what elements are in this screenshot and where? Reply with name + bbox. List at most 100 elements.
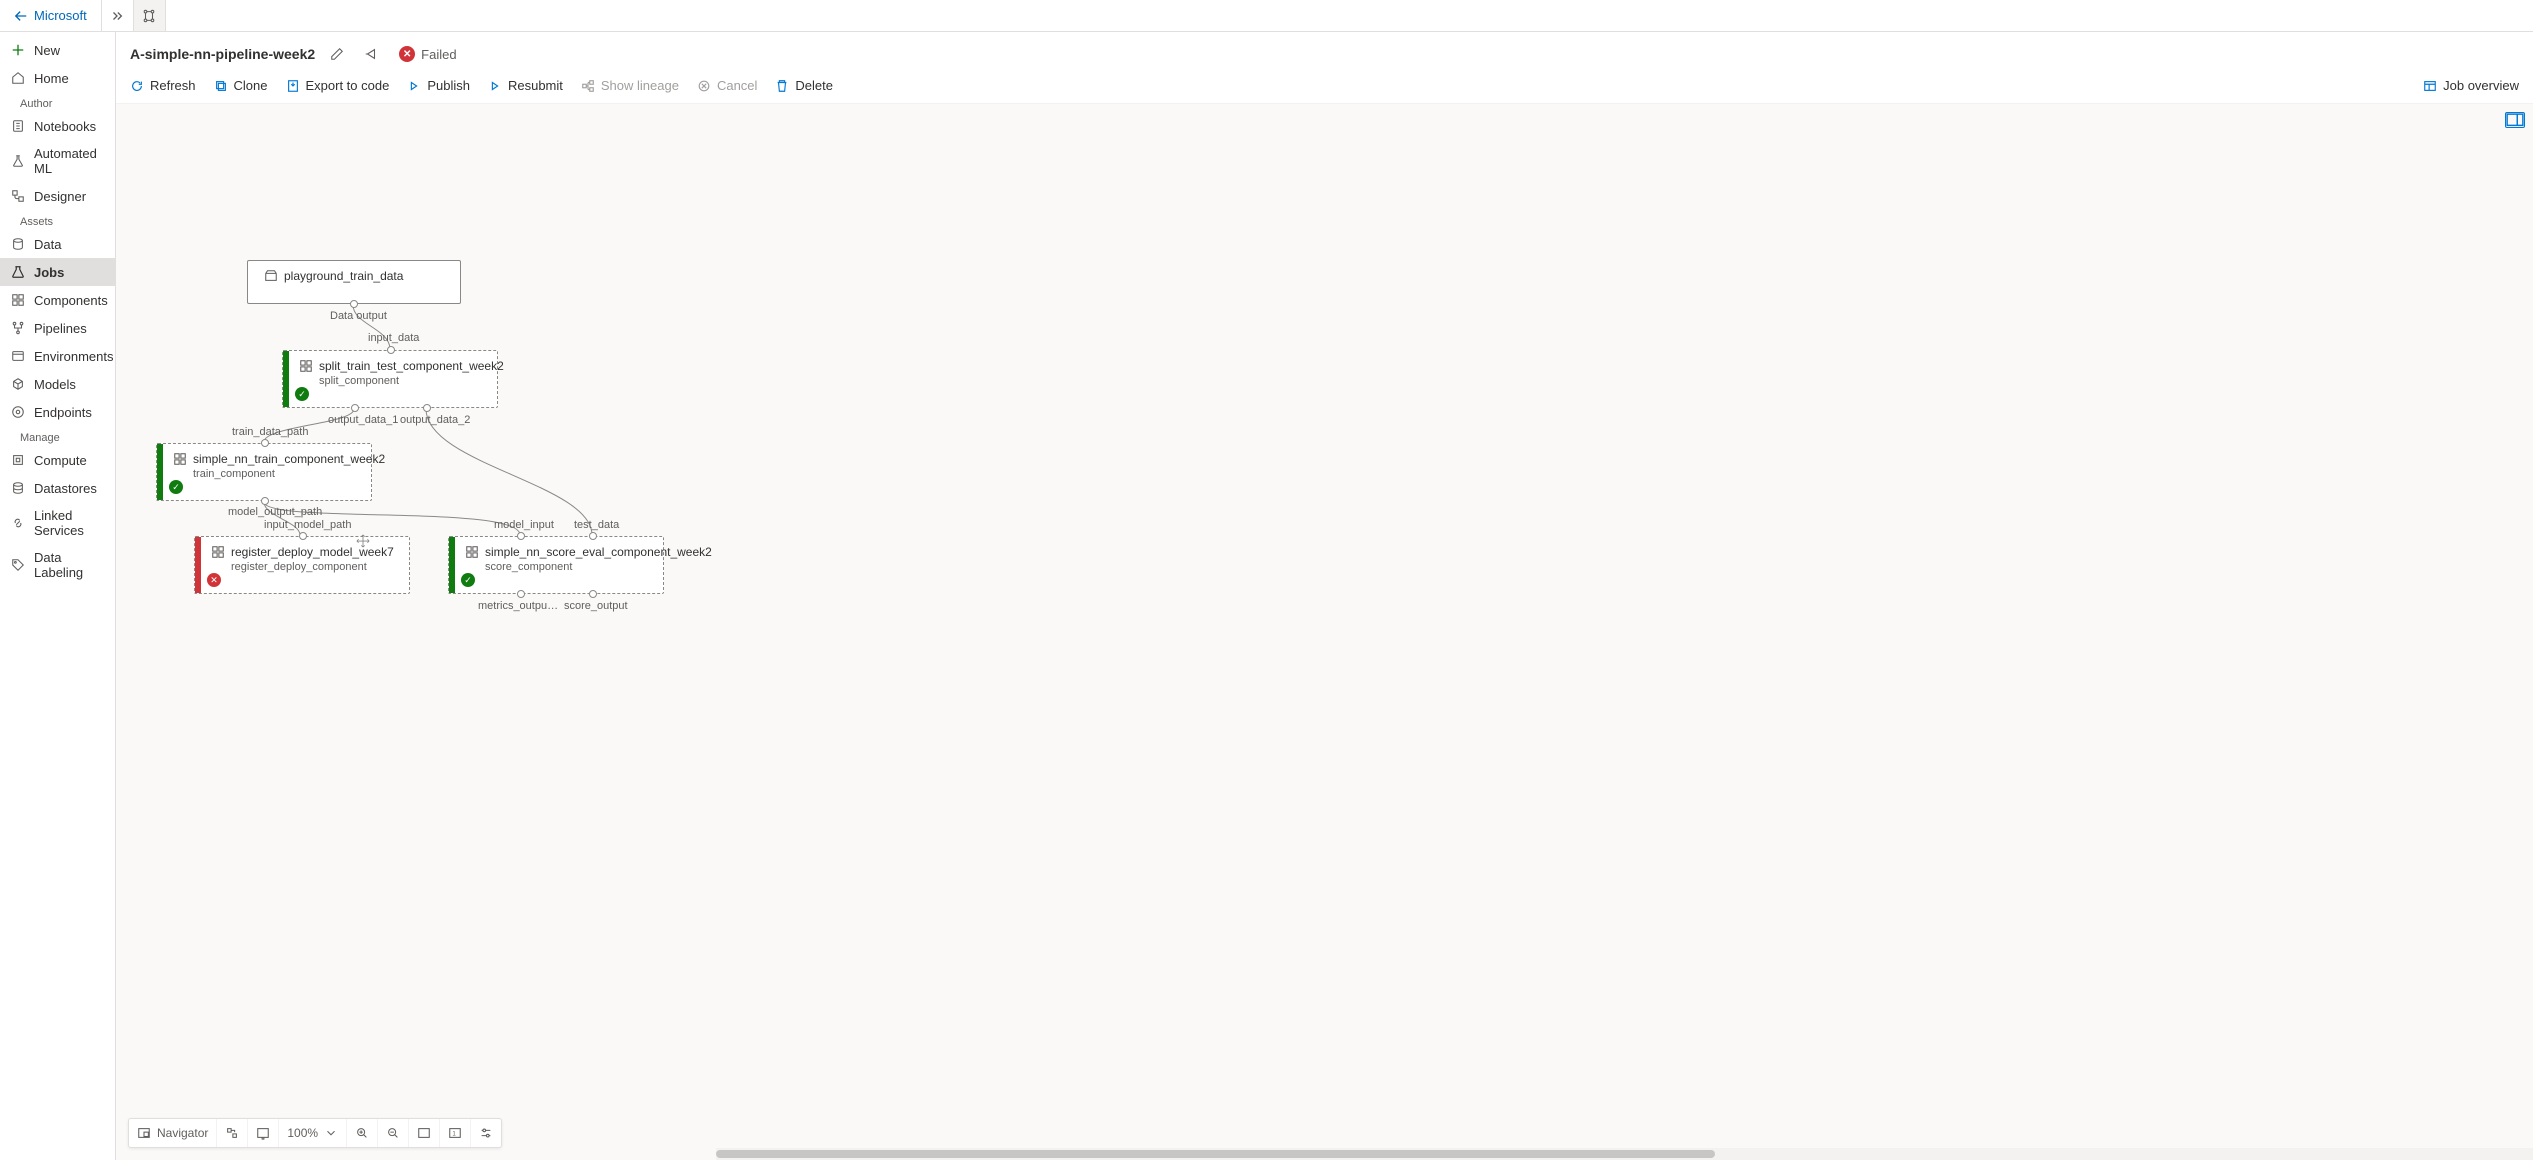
port-label: score_output bbox=[564, 600, 628, 612]
component-icon bbox=[465, 545, 479, 559]
sidebar-data-labeling[interactable]: Data Labeling bbox=[0, 544, 115, 586]
actual-size-button[interactable]: 1 bbox=[440, 1119, 471, 1147]
node-playground-train-data[interactable]: playground_train_data bbox=[247, 260, 461, 304]
port-label: input_model_path bbox=[264, 519, 351, 531]
models-icon bbox=[11, 377, 25, 391]
port-in[interactable] bbox=[261, 439, 269, 447]
sidebar-data[interactable]: Data bbox=[0, 230, 115, 258]
sidebar-label: Jobs bbox=[34, 265, 64, 280]
top-strip: Microsoft bbox=[0, 0, 2533, 32]
node-train[interactable]: simple_nn_train_component_week2 train_co… bbox=[156, 443, 372, 501]
main-area: New Home Author Notebooks Automated ML D… bbox=[0, 32, 2533, 1160]
node-subtitle: train_component bbox=[193, 468, 361, 480]
sidebar-group-author: Author bbox=[0, 92, 115, 112]
compute-icon bbox=[11, 453, 25, 467]
fit-screen-button[interactable] bbox=[409, 1119, 440, 1147]
workspace-link[interactable]: Microsoft bbox=[0, 0, 102, 31]
share-icon bbox=[364, 47, 378, 61]
edge-layer bbox=[116, 104, 2533, 1160]
navigator-icon bbox=[137, 1126, 151, 1140]
sidebar-label: New bbox=[34, 43, 60, 58]
overview-icon bbox=[2423, 79, 2437, 93]
sidebar-label: Designer bbox=[34, 189, 86, 204]
port-in-1[interactable] bbox=[517, 532, 525, 540]
node-score-eval[interactable]: simple_nn_score_eval_component_week2 sco… bbox=[448, 536, 664, 594]
sliders-icon bbox=[479, 1126, 493, 1140]
component-icon bbox=[299, 359, 313, 373]
sidebar-label: Endpoints bbox=[34, 405, 92, 420]
cancel-button: Cancel bbox=[697, 78, 757, 93]
sidebar-home[interactable]: Home bbox=[0, 64, 115, 92]
sidebar-label: Environments bbox=[34, 349, 113, 364]
port-out-2[interactable] bbox=[589, 590, 597, 598]
sidebar-compute[interactable]: Compute bbox=[0, 446, 115, 474]
failed-icon: ✕ bbox=[399, 46, 415, 62]
sidebar-notebooks[interactable]: Notebooks bbox=[0, 112, 115, 140]
clone-button[interactable]: Clone bbox=[214, 78, 268, 93]
node-subtitle: split_component bbox=[319, 375, 487, 387]
port-in[interactable] bbox=[299, 532, 307, 540]
back-arrow-icon bbox=[14, 9, 28, 23]
components-icon bbox=[11, 293, 25, 307]
publish-button[interactable]: Publish bbox=[407, 78, 470, 93]
zoom-in-button[interactable] bbox=[347, 1119, 378, 1147]
sidebar-jobs[interactable]: Jobs bbox=[0, 258, 115, 286]
pipeline-header: A-simple-nn-pipeline-week2 ✕ Failed bbox=[116, 32, 2533, 72]
node-register-deploy[interactable]: register_deploy_model_week7 register_dep… bbox=[194, 536, 410, 594]
tab-pipeline[interactable] bbox=[134, 0, 166, 31]
delete-button[interactable]: Delete bbox=[775, 78, 833, 93]
sidebar-designer[interactable]: Designer bbox=[0, 182, 115, 210]
tab-expand[interactable] bbox=[102, 0, 134, 31]
port-label: Data output bbox=[330, 310, 387, 322]
sidebar-components[interactable]: Components bbox=[0, 286, 115, 314]
edit-name-button[interactable] bbox=[325, 42, 349, 66]
port-out-1[interactable] bbox=[517, 590, 525, 598]
node-subtitle: score_component bbox=[485, 561, 653, 573]
port-in-2[interactable] bbox=[589, 532, 597, 540]
horizontal-scrollbar[interactable] bbox=[716, 1148, 2533, 1160]
sidebar-environments[interactable]: Environments bbox=[0, 342, 115, 370]
graph-canvas[interactable]: playground_train_data Data output input_… bbox=[116, 104, 2533, 1160]
sidebar-pipelines[interactable]: Pipelines bbox=[0, 314, 115, 342]
sidebar-new[interactable]: New bbox=[0, 36, 115, 64]
scrollbar-thumb[interactable] bbox=[716, 1150, 1715, 1158]
pencil-icon bbox=[330, 47, 344, 61]
port-out-1[interactable] bbox=[351, 404, 359, 412]
share-button[interactable] bbox=[359, 42, 383, 66]
port-out[interactable] bbox=[261, 497, 269, 505]
flask-icon bbox=[11, 154, 25, 168]
port-out-2[interactable] bbox=[423, 404, 431, 412]
refresh-button[interactable]: Refresh bbox=[130, 78, 196, 93]
autolayout-button[interactable] bbox=[217, 1119, 248, 1147]
resubmit-button[interactable]: Resubmit bbox=[488, 78, 563, 93]
sidebar-datastores[interactable]: Datastores bbox=[0, 474, 115, 502]
navigator-button[interactable]: Navigator bbox=[129, 1119, 217, 1147]
environments-icon bbox=[11, 349, 25, 363]
fit-icon bbox=[417, 1126, 431, 1140]
zoom-out-button[interactable] bbox=[378, 1119, 409, 1147]
sidebar-label: Automated ML bbox=[34, 146, 105, 176]
move-handle-icon[interactable] bbox=[356, 534, 370, 548]
sidebar-models[interactable]: Models bbox=[0, 370, 115, 398]
sidebar-label: Data bbox=[34, 237, 61, 252]
job-overview-button[interactable]: Job overview bbox=[2423, 78, 2519, 93]
node-title: simple_nn_train_component_week2 bbox=[193, 452, 385, 466]
expand-panel-button[interactable] bbox=[2505, 112, 2525, 128]
sidebar-automl[interactable]: Automated ML bbox=[0, 140, 115, 182]
port-out[interactable] bbox=[350, 300, 358, 308]
zoom-level[interactable]: 100% bbox=[279, 1119, 347, 1147]
node-split[interactable]: split_train_test_component_week2 split_c… bbox=[282, 350, 498, 408]
sidebar-label: Models bbox=[34, 377, 76, 392]
export-button[interactable]: Export to code bbox=[286, 78, 390, 93]
sidebar-endpoints[interactable]: Endpoints bbox=[0, 398, 115, 426]
component-icon bbox=[211, 545, 225, 559]
settings-button[interactable] bbox=[471, 1119, 501, 1147]
lineage-button: Show lineage bbox=[581, 78, 679, 93]
port-in[interactable] bbox=[387, 346, 395, 354]
sidebar-label: Data Labeling bbox=[34, 550, 105, 580]
sidebar-label: Compute bbox=[34, 453, 87, 468]
fullscreen-button[interactable] bbox=[248, 1119, 279, 1147]
designer-icon bbox=[11, 189, 25, 203]
sidebar-label: Components bbox=[34, 293, 108, 308]
sidebar-linked-services[interactable]: Linked Services bbox=[0, 502, 115, 544]
